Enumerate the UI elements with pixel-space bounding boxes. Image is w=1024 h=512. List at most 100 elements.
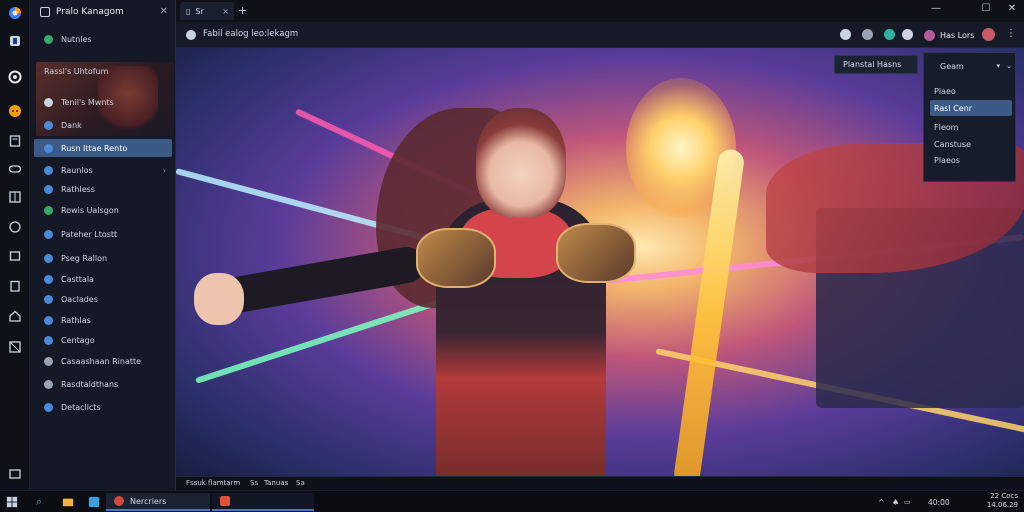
extension-icon[interactable]	[862, 29, 873, 40]
option-label: Plaeos	[934, 155, 960, 165]
dropdown-option[interactable]: Plaeo	[930, 83, 1012, 99]
status-text: Fssuk flamtarm	[186, 479, 241, 487]
clock[interactable]: 22 Cocs 14.06.29	[987, 492, 1018, 510]
status-bar: Fssuk flamtarm Ss Tanuas Sa	[176, 476, 1024, 490]
window-icon	[40, 7, 50, 17]
store-icon[interactable]	[88, 494, 102, 510]
sidebar-item-label: Detacllcts	[61, 402, 101, 412]
sidebar-item[interactable]: Tenil's Mwnts	[34, 93, 172, 111]
tray-volume-text[interactable]: 40:00	[928, 494, 950, 510]
new-tab-button[interactable]: +	[238, 4, 247, 17]
profile-name: Has Lors	[940, 30, 975, 40]
sidebar-item-label: Oaclades	[61, 294, 98, 304]
dropdown-menu: Geam ▾ ⌄ Plaeo Rasl Cenr Fleom Canstuse …	[923, 52, 1016, 182]
store-icon[interactable]	[6, 32, 24, 50]
sidebar-item-label: Raunlos	[61, 165, 93, 175]
sidebar-item-label: Pateher Ltostt	[61, 229, 118, 239]
tab-label: Sr	[195, 6, 204, 16]
cube-icon[interactable]	[6, 247, 24, 265]
chat-icon[interactable]	[6, 102, 24, 120]
address-bar: Fabil ealog leo:lekagm Has Lors ⋮	[176, 22, 1024, 48]
profile-button[interactable]: Has Lors	[924, 27, 974, 43]
compass-icon[interactable]	[6, 218, 24, 236]
dropdown-option[interactable]: Fleom	[930, 119, 1012, 135]
layers-icon[interactable]	[6, 338, 24, 356]
settings-icon[interactable]	[6, 68, 24, 86]
maximize-button[interactable]: ☐	[978, 3, 994, 14]
tab-active[interactable]: ▯ Sr ×	[180, 2, 234, 20]
book-icon[interactable]	[6, 132, 24, 150]
url-field[interactable]: Fabil ealog leo:lekagm	[203, 29, 298, 39]
sidebar-item[interactable]: Oaclades	[34, 290, 172, 308]
sidebar-item-label: Rusn Ittae Rento	[61, 143, 128, 153]
dropdown-option[interactable]: Plaeos	[930, 152, 1012, 168]
grid-icon[interactable]	[6, 188, 24, 206]
chevron-down-icon: ▾	[996, 62, 1000, 70]
refresh-icon[interactable]	[840, 29, 851, 40]
home-icon[interactable]	[6, 307, 24, 325]
more-menu-icon[interactable]: ⋮	[1006, 28, 1016, 39]
dropdown-select[interactable]: Geam ▾ ⌄	[930, 58, 1012, 74]
browser-icon[interactable]	[6, 4, 24, 22]
tray-icon[interactable]	[6, 464, 24, 482]
sidebar-item[interactable]: Pseg Rallon	[34, 249, 172, 267]
dropdown-option-selected[interactable]: Rasl Cenr	[930, 100, 1012, 116]
tray-battery-icon[interactable]: ▭	[904, 494, 911, 510]
option-label: Rasl Cenr	[934, 103, 973, 113]
page-icon	[44, 335, 53, 345]
sidebar-item[interactable]: Pateher Ltostt	[34, 225, 172, 243]
sidebar-item[interactable]: Casttala	[34, 270, 172, 288]
chevron-right-icon[interactable]: ›	[163, 166, 166, 175]
sidebar-item[interactable]: Dank	[34, 116, 172, 134]
browser-icon	[114, 496, 124, 506]
folder-icon[interactable]	[62, 494, 76, 510]
close-icon[interactable]: ✕	[160, 6, 168, 17]
sidebar-item[interactable]: Rasdtaldthans	[34, 375, 172, 393]
page-icon	[44, 356, 53, 366]
sidebar-item[interactable]: Raunlos ›	[34, 161, 172, 179]
taskbar: ⌕ Nercriers ^ ♠ ▭ 40:00 22 Cocs 14.06.29	[0, 490, 1024, 512]
overlay-label-text: Planstal Hasns	[843, 60, 902, 69]
taskbar-item-app[interactable]	[212, 493, 314, 511]
share-icon[interactable]	[884, 29, 895, 40]
dropdown-option[interactable]: Canstuse	[930, 136, 1012, 152]
sidebar-item[interactable]: Rathless	[34, 180, 172, 198]
sidebar-item[interactable]: Centago	[34, 331, 172, 349]
overlay-label[interactable]: Planstal Hasns	[834, 55, 918, 74]
sidebar-item-active[interactable]: Rusn Ittae Rento	[34, 139, 172, 157]
sidebar-item-label: Rathless	[61, 184, 95, 194]
clipboard-icon[interactable]	[6, 277, 24, 295]
dropdown-value: Geam	[940, 61, 964, 71]
start-icon[interactable]	[6, 494, 20, 510]
minimize-button[interactable]: —	[928, 3, 944, 14]
sidebar-item[interactable]: Casaashaan Rinatte	[34, 352, 172, 370]
taskbar-item-browser[interactable]: Nercriers	[106, 493, 210, 511]
gamepad-icon[interactable]	[6, 160, 24, 178]
option-label: Plaeo	[934, 86, 956, 96]
app-rail	[0, 0, 30, 490]
sidebar-item[interactable]: Detacllcts	[34, 398, 172, 416]
sidebar: Pralo Kanagom ✕ Nutnles Rassl's Uhtofum …	[30, 0, 176, 490]
clock-time: 22 Cocs	[990, 492, 1018, 500]
search-icon[interactable]: ⌕	[36, 494, 50, 510]
page-icon	[44, 184, 53, 194]
sidebar-item-label: Tenil's Mwnts	[61, 97, 114, 107]
sidebar-item[interactable]: Rathlas	[34, 311, 172, 329]
page-icon	[44, 402, 53, 412]
page-icon	[44, 294, 53, 304]
star-icon[interactable]	[902, 29, 913, 40]
user-icon[interactable]	[982, 28, 995, 41]
close-window-button[interactable]: ✕	[1004, 3, 1020, 14]
sidebar-item-label: Rasdtaldthans	[61, 379, 119, 389]
sidebar-item[interactable]: Rowis Ualsgon	[34, 201, 172, 219]
sidebar-item-label: Centago	[61, 335, 95, 345]
status-text: Ss	[250, 479, 259, 487]
tray-chevron-icon[interactable]: ^	[878, 494, 885, 510]
tab-favicon-icon: ▯	[186, 6, 191, 16]
tab-close-icon[interactable]: ×	[222, 7, 229, 16]
sidebar-item-label: Pseg Rallon	[61, 253, 108, 263]
sidebar-item[interactable]: Rassl's Uhtofum	[34, 62, 172, 80]
tray-network-icon[interactable]: ♠	[892, 494, 899, 510]
sidebar-item[interactable]: Nutnles	[34, 30, 172, 48]
site-info-icon[interactable]	[186, 30, 196, 40]
